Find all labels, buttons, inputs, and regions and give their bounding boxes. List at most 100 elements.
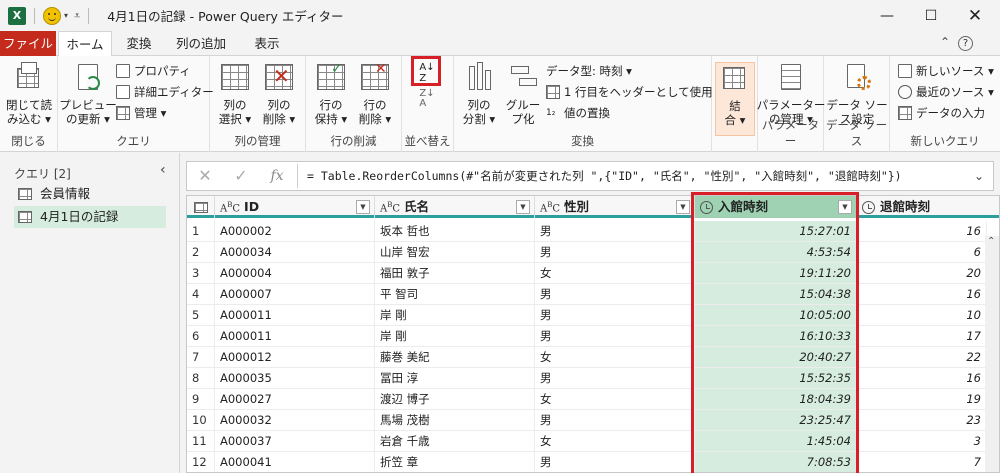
scroll-up-icon[interactable]: ⌃ xyxy=(987,236,995,247)
cell-n[interactable]: 7 xyxy=(187,347,215,368)
cell-id[interactable]: A000032 xyxy=(215,410,375,431)
cell-name[interactable]: 岸 剛 xyxy=(375,305,535,326)
cell-id[interactable]: A000041 xyxy=(215,452,375,472)
cell-id[interactable]: A000007 xyxy=(215,284,375,305)
enter-data-button[interactable]: データの入力 xyxy=(898,104,985,122)
close-and-load-button[interactable]: 閉じて読 み込む ▾ xyxy=(6,62,52,126)
cell-n[interactable]: 1 xyxy=(187,221,215,242)
cell-in[interactable]: 16:10:33 xyxy=(695,326,857,347)
cell-name[interactable]: 渡辺 博子 xyxy=(375,389,535,410)
split-column-button[interactable]: 列の 分割 ▾ xyxy=(458,62,500,126)
cell-n[interactable]: 6 xyxy=(187,326,215,347)
tab-transform[interactable]: 変換 xyxy=(116,31,162,56)
cell-sex[interactable]: 女 xyxy=(535,263,695,284)
cell-sex[interactable]: 女 xyxy=(535,389,695,410)
chevron-left-icon[interactable]: ‹ xyxy=(160,162,166,178)
data-type-dropdown[interactable]: データ型: 時刻 ▾ xyxy=(546,62,632,80)
table-menu-icon[interactable] xyxy=(187,196,215,218)
cell-id[interactable]: A000011 xyxy=(215,326,375,347)
column-header-entry-time[interactable]: 入館時刻 ▼ xyxy=(695,196,857,218)
help-icon[interactable]: ? xyxy=(958,36,973,51)
choose-columns-button[interactable]: 列の 選択 ▾ xyxy=(214,62,256,126)
filter-dropdown-icon[interactable]: ▼ xyxy=(838,200,852,214)
cell-n[interactable]: 4 xyxy=(187,284,215,305)
cell-sex[interactable]: 男 xyxy=(535,242,695,263)
vertical-scrollbar[interactable]: ⌃ xyxy=(985,236,999,472)
cell-n[interactable]: 12 xyxy=(187,452,215,472)
cell-sex[interactable]: 男 xyxy=(535,284,695,305)
cell-in[interactable]: 15:52:35 xyxy=(695,368,857,389)
column-header-name[interactable]: ABC 氏名 ▼ xyxy=(375,196,535,218)
tab-file[interactable]: ファイル xyxy=(0,31,56,56)
collapse-ribbon-icon[interactable]: ⌃ xyxy=(940,35,950,49)
column-header-id[interactable]: ABC ID ▼ xyxy=(215,196,375,218)
cell-id[interactable]: A000027 xyxy=(215,389,375,410)
cell-name[interactable]: 折笠 章 xyxy=(375,452,535,472)
maximize-icon[interactable]: ☐ xyxy=(908,0,954,31)
cell-sex[interactable]: 男 xyxy=(535,305,695,326)
cell-sex[interactable]: 男 xyxy=(535,410,695,431)
cell-out[interactable]: 22 xyxy=(857,347,987,368)
filter-dropdown-icon[interactable]: ▼ xyxy=(356,200,370,214)
expand-formula-icon[interactable]: ⌄ xyxy=(965,162,993,190)
cell-out[interactable]: 3 xyxy=(857,431,987,452)
cell-id[interactable]: A000037 xyxy=(215,431,375,452)
cell-in[interactable]: 18:04:39 xyxy=(695,389,857,410)
cell-out[interactable]: 10 xyxy=(857,305,987,326)
cell-n[interactable]: 9 xyxy=(187,389,215,410)
cell-in[interactable]: 15:04:38 xyxy=(695,284,857,305)
properties-button[interactable]: プロパティ xyxy=(116,62,191,80)
customize-quick-access-icon[interactable]: ⩡ xyxy=(74,9,80,23)
query-item-members[interactable]: 会員情報 xyxy=(14,183,166,205)
advanced-editor-button[interactable]: 詳細エディター xyxy=(116,83,214,101)
cell-in[interactable]: 23:25:47 xyxy=(695,410,857,431)
cell-in[interactable]: 20:40:27 xyxy=(695,347,857,368)
cell-out[interactable]: 23 xyxy=(857,410,987,431)
cell-out[interactable]: 16 xyxy=(857,221,987,242)
cell-id[interactable]: A000034 xyxy=(215,242,375,263)
combine-button[interactable]: 結 合 ▾ xyxy=(715,62,755,136)
cell-name[interactable]: 岩倉 千歳 xyxy=(375,431,535,452)
cell-sex[interactable]: 男 xyxy=(535,326,695,347)
cell-name[interactable]: 藤巻 美紀 xyxy=(375,347,535,368)
cell-name[interactable]: 平 智司 xyxy=(375,284,535,305)
cell-out[interactable]: 16 xyxy=(857,368,987,389)
cell-n[interactable]: 10 xyxy=(187,410,215,431)
cell-name[interactable]: 山岸 智宏 xyxy=(375,242,535,263)
cell-out[interactable]: 17 xyxy=(857,326,987,347)
cell-id[interactable]: A000011 xyxy=(215,305,375,326)
cell-sex[interactable]: 女 xyxy=(535,431,695,452)
cell-n[interactable]: 8 xyxy=(187,368,215,389)
minimize-icon[interactable]: — xyxy=(864,0,910,31)
cell-name[interactable]: 馬場 茂樹 xyxy=(375,410,535,431)
feedback-smiley-icon[interactable] xyxy=(43,6,61,25)
replace-values-button[interactable]: 1₂ 値の置換 xyxy=(546,104,610,122)
cell-id[interactable]: A000002 xyxy=(215,221,375,242)
cell-out[interactable]: 20 xyxy=(857,263,987,284)
cell-name[interactable]: 福田 敦子 xyxy=(375,263,535,284)
cell-n[interactable]: 3 xyxy=(187,263,215,284)
cell-out[interactable]: 7 xyxy=(857,452,987,472)
cell-in[interactable]: 15:27:01 xyxy=(695,221,857,242)
cell-sex[interactable]: 男 xyxy=(535,368,695,389)
cell-sex[interactable]: 女 xyxy=(535,347,695,368)
cell-in[interactable]: 10:05:00 xyxy=(695,305,857,326)
close-icon[interactable]: ✕ xyxy=(952,0,998,31)
tab-add-column[interactable]: 列の追加 xyxy=(168,31,234,56)
chevron-down-icon[interactable]: ▾ xyxy=(64,11,68,20)
group-by-button[interactable]: グルー プ化 xyxy=(502,62,544,126)
column-header-exit-time[interactable]: 退館時刻 xyxy=(857,196,999,218)
cancel-formula-icon[interactable]: ✕ xyxy=(191,162,219,190)
cell-sex[interactable]: 男 xyxy=(535,452,695,472)
cell-n[interactable]: 2 xyxy=(187,242,215,263)
cell-n[interactable]: 5 xyxy=(187,305,215,326)
cell-out[interactable]: 19 xyxy=(857,389,987,410)
query-item-april-1-record[interactable]: 4月1日の記録 xyxy=(14,206,166,228)
new-source-button[interactable]: 新しいソース ▾ xyxy=(898,62,994,80)
tab-view[interactable]: 表示 xyxy=(244,31,290,56)
cell-n[interactable]: 11 xyxy=(187,431,215,452)
accept-formula-icon[interactable]: ✓ xyxy=(227,162,255,190)
cell-id[interactable]: A000012 xyxy=(215,347,375,368)
cell-id[interactable]: A000035 xyxy=(215,368,375,389)
cell-in[interactable]: 1:45:04 xyxy=(695,431,857,452)
